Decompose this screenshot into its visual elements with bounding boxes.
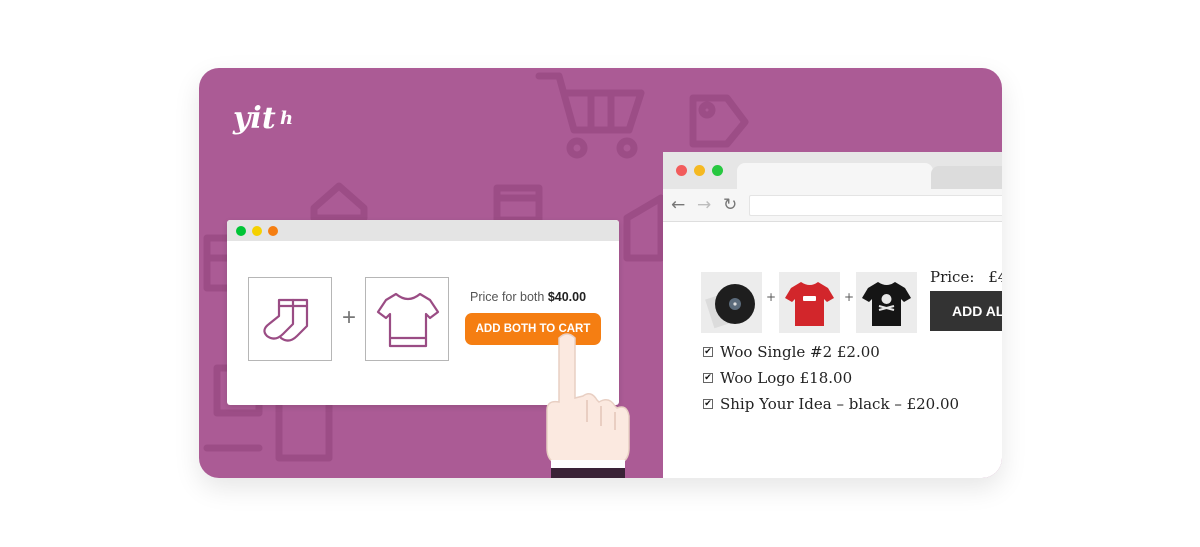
plus-sign: +: [766, 290, 777, 304]
thumbnail-red-tshirt[interactable]: [779, 272, 840, 333]
tshirt-icon: [376, 292, 440, 348]
vinyl-record-icon: [705, 284, 755, 329]
url-bar[interactable]: [749, 195, 1002, 216]
browser-toolbar: ← → ↻: [663, 189, 1002, 222]
browser-tab-active[interactable]: [737, 163, 933, 189]
item-label: Ship Your Idea – black – £20.00: [720, 395, 960, 413]
svg-text:h: h: [280, 108, 293, 129]
black-tshirt-icon: [862, 282, 911, 326]
window-dot-green: [236, 226, 246, 236]
red-tshirt-icon: [785, 282, 834, 326]
bundle-price: Price for both $40.00: [470, 290, 586, 304]
list-item: ✔ Ship Your Idea – black – £20.00: [703, 395, 959, 413]
window-titlebar: [227, 220, 619, 241]
price-value: $40.00: [547, 290, 587, 304]
plus-sign: +: [342, 304, 357, 331]
bundle-price: Price: £4: [930, 268, 1002, 286]
item-checkbox[interactable]: ✔: [703, 373, 713, 383]
forward-arrow-icon[interactable]: →: [697, 195, 711, 215]
yith-logo: yit h: [232, 101, 293, 136]
reload-icon[interactable]: ↻: [723, 195, 737, 215]
back-arrow-icon[interactable]: ←: [671, 195, 685, 215]
plus-sign: +: [844, 290, 855, 304]
thumbnail-black-tshirt[interactable]: [856, 272, 917, 333]
product-tshirt[interactable]: [365, 277, 449, 361]
maximize-dot[interactable]: [712, 165, 723, 176]
window-dot-yellow: [252, 226, 262, 236]
list-item: ✔ Woo Single #2 £2.00: [703, 343, 880, 361]
browser-window: ← → ↻ + + Price: £ ADD AL ✔ Woo Single #…: [663, 152, 1002, 478]
item-checkbox[interactable]: ✔: [703, 399, 713, 409]
list-item: ✔ Woo Logo £18.00: [703, 369, 852, 387]
price-value: £4: [988, 268, 1002, 286]
product-socks[interactable]: [248, 277, 332, 361]
thumbnail-vinyl[interactable]: [701, 272, 762, 333]
pointing-hand-icon: [546, 333, 630, 478]
svg-text:yit: yit: [232, 101, 276, 136]
browser-chrome: ← → ↻: [663, 152, 1002, 222]
add-all-to-cart-button[interactable]: ADD AL: [930, 291, 1002, 331]
minimize-dot[interactable]: [694, 165, 705, 176]
close-dot[interactable]: [676, 165, 687, 176]
price-prefix: Price for both: [470, 290, 545, 304]
price-label: Price:: [930, 268, 975, 286]
hero-banner: yit h + Price for both $40.00 ADD BOTH T…: [199, 68, 1002, 478]
item-checkbox[interactable]: ✔: [703, 347, 713, 357]
item-label: Woo Single #2 £2.00: [720, 343, 880, 361]
window-dot-orange: [268, 226, 278, 236]
item-label: Woo Logo £18.00: [720, 369, 853, 387]
socks-icon: [263, 298, 309, 342]
browser-tab-inactive[interactable]: [931, 166, 1002, 189]
